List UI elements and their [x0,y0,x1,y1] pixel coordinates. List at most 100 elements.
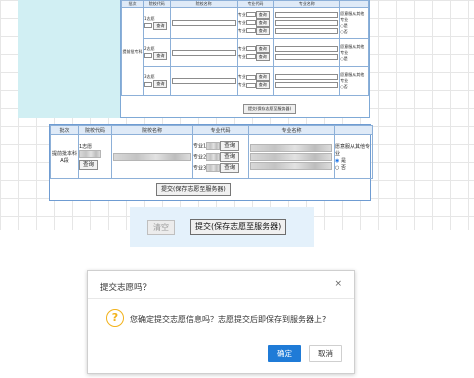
header-school-name: 院校名称 [111,125,193,135]
major-name-input[interactable] [275,11,339,18]
major-label: 专业 [237,45,246,51]
batch-label: 提前批本科A段 [51,150,77,164]
major-code-input[interactable] [245,74,256,80]
cancel-button[interactable]: 取消 [309,345,342,362]
submit-button-small[interactable]: 提交(保存志愿至服务器) [243,104,297,114]
adjust-text: 愿意服从其他专业 [340,72,365,84]
major-code-input[interactable] [245,82,256,88]
clear-button[interactable]: 清空 [147,220,175,235]
question-icon: ? [106,309,124,327]
table-header: 批次 院校代码 院校名称 专业代码 专业名称 [120,0,369,8]
major-name-cell [273,37,341,68]
header-major-name: 专业名称 [248,125,335,135]
major-name-input[interactable] [275,45,339,52]
action-bar: 清空 提交(保存志愿至服务器) [130,207,314,247]
major-query-button[interactable]: 查询 [220,151,240,162]
major-code-cell: 专业 查询 专业 查询 [236,37,275,68]
confirm-dialog: 提交志愿吗？ × ? 您确定提交志愿信息吗？志愿提交后即保存到服务器上? 确定 … [87,270,355,374]
major-code-cell: 专业 查询 专业 查询 [236,66,275,96]
dialog-divider [88,298,354,299]
major-label: 专业3 [193,165,207,171]
major-label: 专业2 [193,154,207,160]
major-label: 专业 [237,74,246,80]
major-query-button[interactable]: 查询 [255,18,270,27]
adjust-no-label: 否 [343,28,348,34]
close-icon[interactable]: × [334,279,342,289]
major-query-button[interactable]: 查询 [255,44,270,53]
major-code-input[interactable] [245,46,256,51]
school-query-button[interactable]: 查询 [153,21,168,30]
school-name-input[interactable] [171,49,236,56]
school-name-input[interactable] [113,152,191,161]
major-code-cell: 专业 查询 专业 查询 专业 查询 [236,7,275,39]
major-query-button[interactable]: 查询 [255,73,270,82]
major-label: 专业1 [193,143,207,149]
major-code-input[interactable] [206,141,221,150]
adjust-cell: 愿意服从其他专业 ○是 [339,37,369,68]
school-name-cell [169,37,238,68]
adjust-yes-radio[interactable]: ◉ [335,158,339,164]
adjust-yes-label: 是 [343,55,348,61]
header-major-name: 专业名称 [273,0,341,8]
adjust-yes-label: 是 [343,22,348,28]
dialog-title: 提交志愿吗？ [100,283,152,293]
adjust-no-radio[interactable]: ○ [335,165,339,171]
major-name-cell [248,134,335,179]
school-code-input[interactable] [144,53,153,58]
school-name-input[interactable] [171,19,236,26]
header-school-code: 院校代码 [143,0,171,8]
header-adjust [339,0,369,8]
major-name-input[interactable] [275,82,339,89]
major-code-input[interactable] [245,28,256,34]
school-name-cell [169,7,238,39]
major-name-input[interactable] [275,19,339,26]
major-query-button[interactable]: 查询 [255,26,270,35]
school-query-button[interactable]: 查询 [153,80,168,89]
major-code-cell: 专业1 查询 专业2 查询 专业3 查询 [192,134,249,179]
school-name-input[interactable] [171,78,236,85]
major-query-button[interactable]: 查询 [220,140,240,151]
major-name-cell [273,7,341,39]
school-code-input[interactable] [144,23,153,29]
adjust-cell: 愿意服从其他专业 ◉ 是 ○ 否 [334,134,373,179]
confirm-button[interactable]: 确定 [268,345,301,362]
header-major-code: 专业代码 [236,0,275,8]
major-code-input[interactable] [245,12,256,18]
volunteer-panel-2: 批次 院校代码 院校名称 专业代码 专业名称 提前批本科A段 1志愿 查询 专业… [49,124,373,201]
table-row: 提前批本科A段 1志愿 查询 专业1 查询 专业2 查询 专业3 查询 愿意服从其他专… [50,134,373,179]
table-row: 2志愿 查询 专业 查询 专业 查询 愿意服从其他专业 ○是 [122,37,369,68]
major-query-button[interactable]: 查询 [255,81,270,90]
choice-label: 1志愿 [79,144,93,150]
school-name-cell [111,134,193,179]
table-header: 批次 院校代码 院校名称 专业代码 专业名称 [50,125,373,135]
major-label: 专业 [237,11,246,17]
adjust-text: 愿意服从其他专业 [335,143,371,157]
volunteer-table-2: 批次 院校代码 院校名称 专业代码 专业名称 提前批本科A段 1志愿 查询 专业… [50,125,373,179]
adjust-text: 愿意服从其他专业 [340,10,365,22]
major-name-input[interactable] [275,27,339,34]
major-code-input[interactable] [206,152,221,161]
submit-button-medium[interactable]: 提交(保存志愿至服务器) [156,183,231,196]
major-name-input[interactable] [250,143,332,152]
major-query-button[interactable]: 查询 [255,52,270,61]
major-name-input[interactable] [275,74,339,81]
school-code-input[interactable] [144,81,153,87]
major-query-button[interactable]: 查询 [255,10,270,19]
major-code-input[interactable] [206,163,221,172]
school-code-input[interactable] [79,150,101,158]
major-name-input[interactable] [250,161,332,170]
school-query-button[interactable]: 查询 [153,51,168,60]
volunteer-panel-1: 批次 院校代码 院校名称 专业代码 专业名称 提前批专科 1志愿 查询 专业 查询… [18,0,370,118]
major-query-button[interactable]: 查询 [220,162,240,173]
header-school-name: 院校名称 [169,0,238,8]
school-query-button[interactable]: 查询 [79,160,99,170]
submit-button[interactable]: 提交(保存志愿至服务器) [190,219,287,235]
major-code-input[interactable] [245,20,256,26]
major-name-input[interactable] [275,53,339,60]
school-name-cell [169,66,238,96]
adjust-no-label: 否 [340,164,346,171]
volunteer-table-1: 批次 院校代码 院校名称 专业代码 专业名称 提前批专科 1志愿 查询 专业 查询… [120,0,369,96]
header-adjust [334,125,373,135]
major-name-input[interactable] [250,152,332,161]
major-code-input[interactable] [245,54,256,59]
